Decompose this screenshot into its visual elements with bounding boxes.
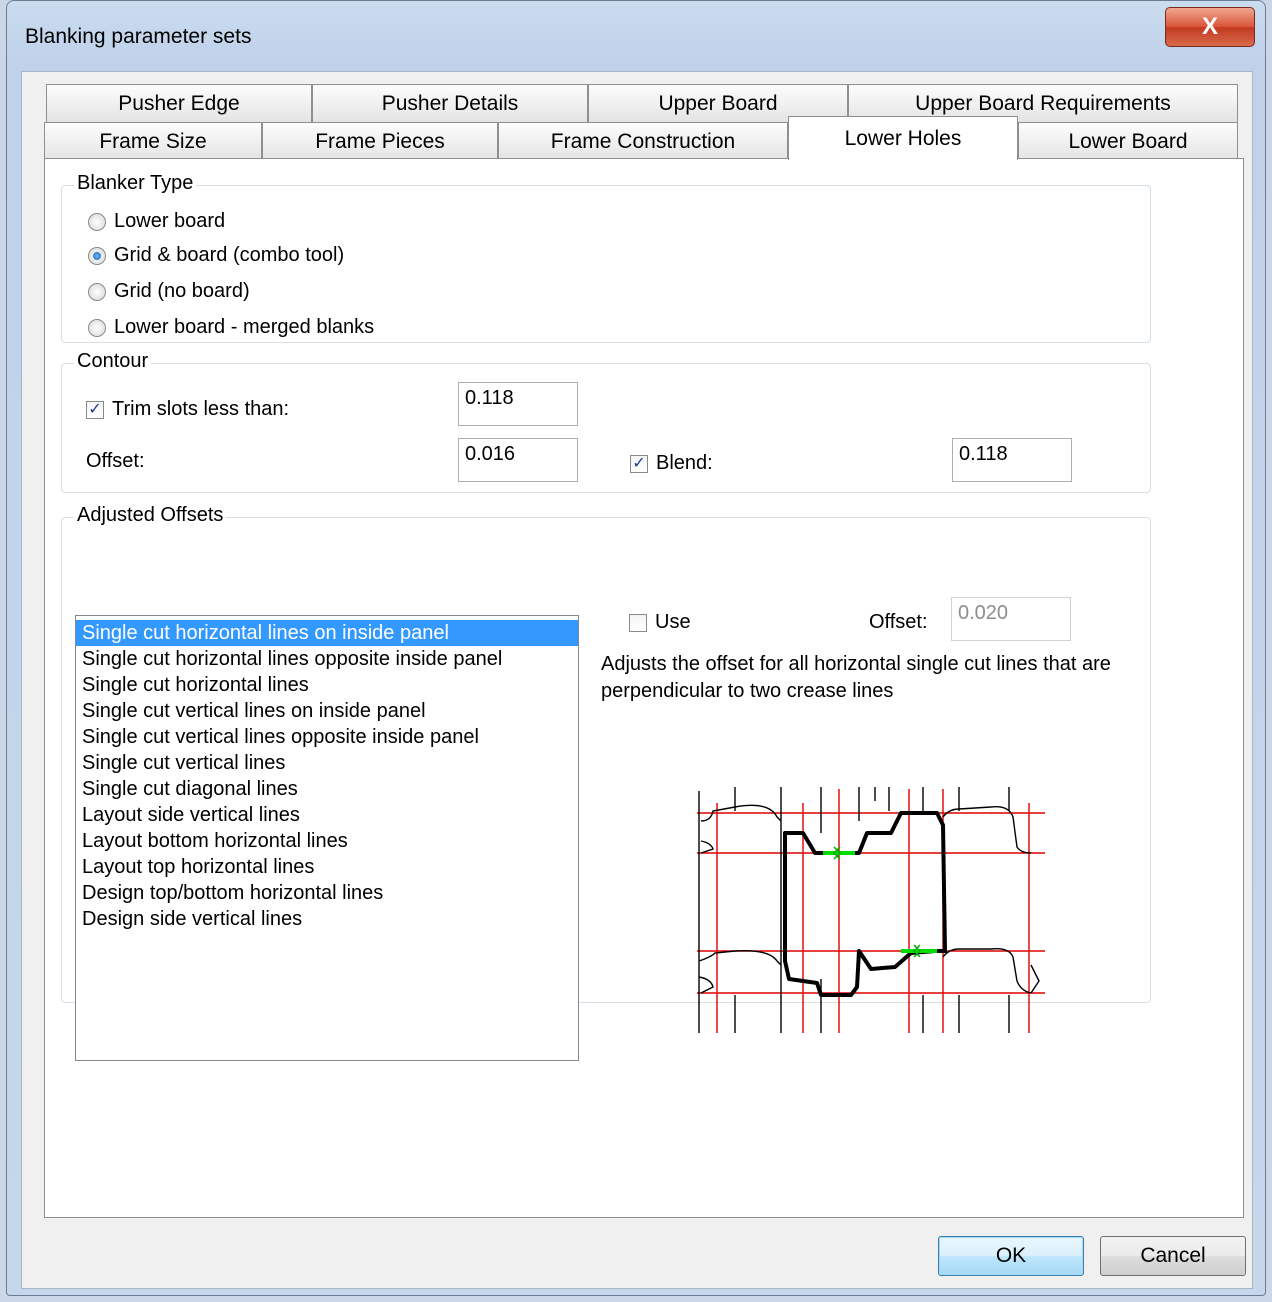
radio-indicator[interactable] [88,318,106,337]
adjusted-offset-input[interactable]: 0.020 [951,597,1071,641]
tab-row-front: Frame Size Frame Pieces Frame Constructi… [44,116,1244,160]
blend-label: Blend: [656,452,713,474]
blanker-type-title: Blanker Type [74,172,197,195]
list-item[interactable]: Layout top horizontal lines [76,854,578,880]
dialog-window: Blanking parameter sets X Pusher Edge Pu… [6,0,1266,1296]
list-item[interactable]: Single cut horizontal lines [76,672,578,698]
tab-row-back: Pusher Edge Pusher Details Upper Board U… [46,84,1246,122]
red-grid [697,789,1045,1033]
list-item[interactable]: Single cut vertical lines opposite insid… [76,724,578,750]
adjusted-offsets-title: Adjusted Offsets [74,504,227,527]
list-item[interactable]: Single cut vertical lines on inside pane… [76,698,578,724]
list-item[interactable]: Layout bottom horizontal lines [76,828,578,854]
use-label: Use [655,611,691,633]
radio-label: Grid & board (combo tool) [114,244,345,266]
ok-button[interactable]: OK [938,1236,1084,1276]
offset-label: Offset: [86,450,145,472]
contour-group: Contour ✓ Trim slots less than: 0.118 Of… [61,350,1151,493]
blend-checkbox[interactable]: ✓ Blend: [630,452,713,475]
tab-pusher-details[interactable]: Pusher Details [312,84,588,122]
tab-lower-holes[interactable]: Lower Holes [788,116,1018,160]
radio-lower-board[interactable]: Lower board [88,210,225,233]
tab-frame-pieces[interactable]: Frame Pieces [262,122,498,160]
radio-indicator[interactable] [88,246,106,265]
list-item[interactable]: Single cut horizontal lines opposite ins… [76,646,578,672]
tab-pusher-edge[interactable]: Pusher Edge [46,84,312,122]
radio-indicator[interactable] [88,282,106,301]
trim-slots-label: Trim slots less than: [112,398,290,420]
checkbox-indicator[interactable] [629,613,647,632]
tab-lower-board[interactable]: Lower Board [1018,122,1238,160]
adjusted-offset-label: Offset: [869,611,928,633]
list-item[interactable]: Single cut diagonal lines [76,776,578,802]
radio-label: Grid (no board) [114,280,250,302]
use-checkbox[interactable]: Use [629,611,691,634]
black-guides [698,787,1040,1033]
radio-lower-board-merged[interactable]: Lower board - merged blanks [88,316,374,339]
checkbox-indicator[interactable]: ✓ [86,400,104,419]
green-highlights [823,846,937,958]
blend-input[interactable]: 0.118 [952,438,1072,482]
list-item[interactable]: Layout side vertical lines [76,802,578,828]
cancel-button[interactable]: Cancel [1100,1236,1246,1276]
trim-slots-checkbox[interactable]: ✓ Trim slots less than: [86,398,289,421]
trim-slots-input[interactable]: 0.118 [458,382,578,426]
offset-illustration [697,787,1045,1033]
radio-grid-no-board[interactable]: Grid (no board) [88,280,250,303]
list-item[interactable]: Design side vertical lines [76,906,578,932]
radio-indicator[interactable] [88,212,106,231]
blanker-type-group: Blanker Type Lower board Grid & board (c… [61,172,1151,343]
offset-input[interactable]: 0.016 [458,438,578,482]
radio-label: Lower board - merged blanks [114,316,375,338]
list-item[interactable]: Single cut vertical lines [76,750,578,776]
list-item[interactable]: Single cut horizontal lines on inside pa… [76,620,578,646]
contour-title: Contour [74,350,152,373]
close-button[interactable]: X [1165,7,1255,47]
contour-outline [783,811,947,997]
close-icon: X [1201,13,1218,40]
tab-frame-construction[interactable]: Frame Construction [498,122,788,160]
checkbox-indicator[interactable]: ✓ [630,454,648,473]
tab-frame-size[interactable]: Frame Size [44,122,262,160]
window-title: Blanking parameter sets [25,25,252,48]
dialog-client: Pusher Edge Pusher Details Upper Board U… [21,71,1253,1289]
tab-panel-lower-holes: Blanker Type Lower board Grid & board (c… [44,158,1244,1218]
list-item[interactable]: Design top/bottom horizontal lines [76,880,578,906]
adjusted-offset-description: Adjusts the offset for all horizontal si… [601,653,1111,702]
radio-grid-and-board[interactable]: Grid & board (combo tool) [88,244,344,267]
radio-label: Lower board [114,210,226,232]
adjusted-offsets-list[interactable]: Single cut horizontal lines on inside pa… [75,615,579,1061]
